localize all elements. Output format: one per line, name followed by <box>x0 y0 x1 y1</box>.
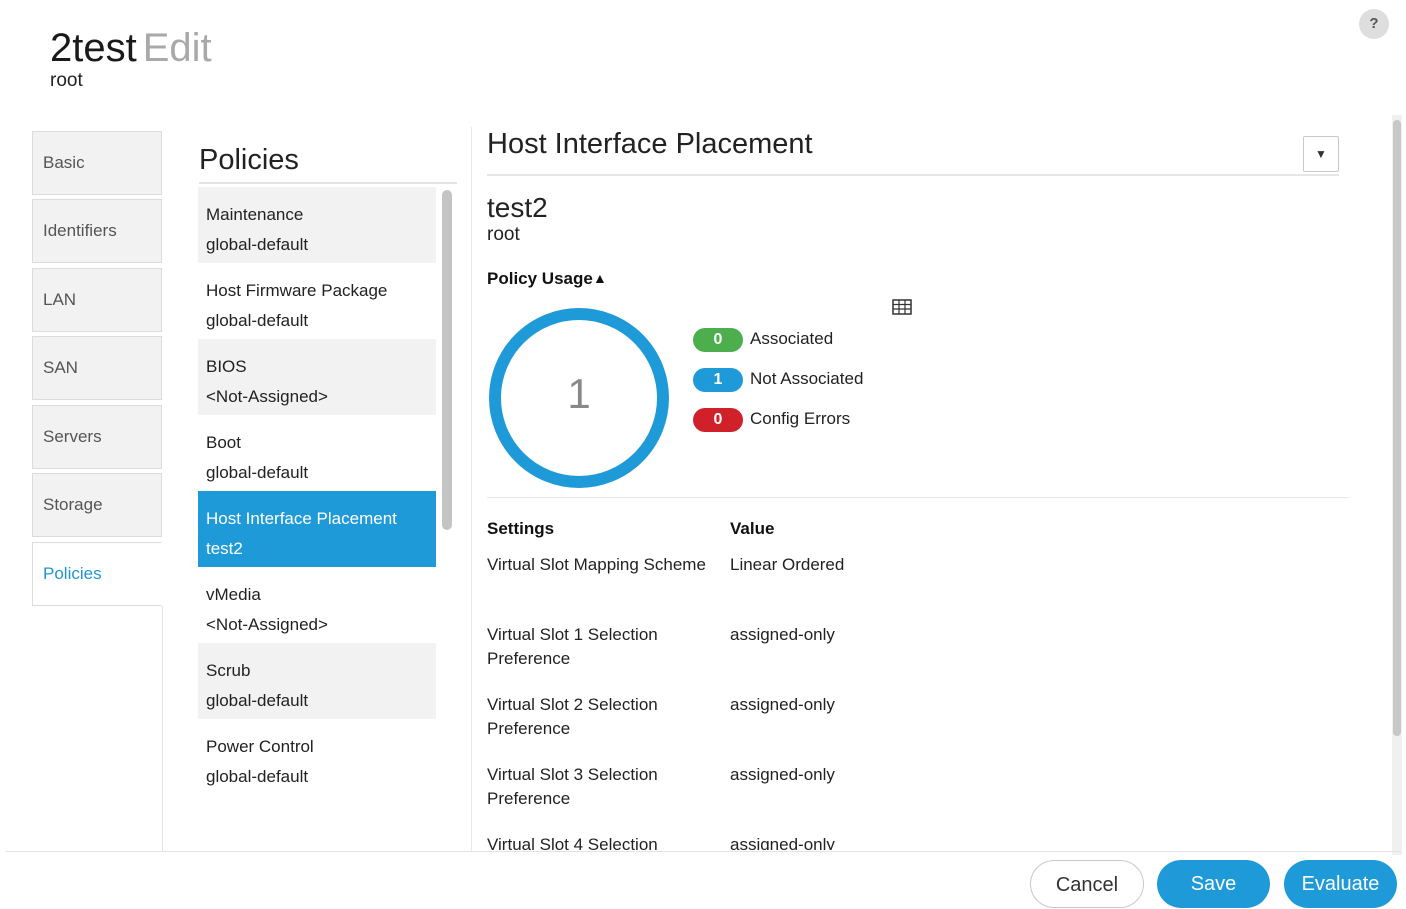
setting-name: Virtual Slot 3 Selection Preference <box>487 765 658 808</box>
caret-down-icon: ▼ <box>1315 147 1327 161</box>
policy-list-item[interactable]: Maintenance global-default <box>198 187 436 263</box>
policy-list-item[interactable]: Boot global-default <box>198 415 436 491</box>
policies-divider <box>199 182 457 184</box>
setting-value: assigned-only <box>730 625 835 644</box>
value-column-header: Value <box>730 519 775 538</box>
settings-column-header: Settings <box>487 519 555 538</box>
nav-tab-policies[interactable]: Policies <box>32 542 162 606</box>
nav-tab-san[interactable]: SAN <box>32 336 162 400</box>
policy-list-item[interactable]: Host Firmware Package global-default <box>198 263 436 339</box>
evaluate-button[interactable]: Evaluate <box>1284 860 1397 908</box>
settings-row: Virtual Slot 2 Selection Preference assig… <box>487 693 1367 763</box>
setting-value: assigned-only <box>730 695 835 714</box>
policy-type-label: Maintenance <box>206 205 304 224</box>
policy-list: Maintenance global-default Host Firmware P… <box>198 187 436 787</box>
cancel-button[interactable]: Cancel <box>1030 860 1144 908</box>
policy-type-label: Host Interface Placement <box>206 509 397 528</box>
settings-row: Virtual Slot 3 Selection Preference assig… <box>487 763 1367 833</box>
setting-name: Virtual Slot 2 Selection Preference <box>487 695 658 738</box>
detail-dropdown-button[interactable]: ▼ <box>1303 136 1339 172</box>
policy-value-label: global-default <box>206 691 309 710</box>
settings-divider <box>487 497 1349 498</box>
nav-divider <box>162 606 163 852</box>
settings-row: Virtual Slot 1 Selection Preference assig… <box>487 623 1367 693</box>
policy-list-scroll-thumb[interactable] <box>442 190 452 530</box>
policy-list-item[interactable]: Host Interface Placement test2 <box>198 491 436 567</box>
nav-tab-storage[interactable]: Storage <box>32 473 162 537</box>
policy-list-item[interactable]: vMedia <Not-Assigned> <box>198 567 436 643</box>
table-view-icon[interactable] <box>892 299 912 315</box>
page-subtitle: root <box>50 70 83 91</box>
settings-rows: Virtual Slot Mapping Scheme Linear Ordere… <box>487 553 1367 850</box>
usage-count-label: Config Errors <box>750 409 851 428</box>
policy-list-item[interactable]: Power Control global-default <box>198 719 436 787</box>
policy-usage-toggle[interactable]: Policy Usage <box>487 269 593 289</box>
footer-divider <box>6 851 1401 852</box>
detail-divider <box>487 174 1339 176</box>
setting-name: Virtual Slot 4 Selection Preference <box>487 835 658 850</box>
policies-heading: Policies <box>199 144 299 176</box>
policy-value-label: <Not-Assigned> <box>206 615 328 634</box>
policy-value-label: <Not-Assigned> <box>206 387 328 406</box>
usage-count-badge: 0 <box>693 408 743 432</box>
policy-type-label: vMedia <box>206 585 261 604</box>
policy-value-label: global-default <box>206 311 309 330</box>
settings-row: Virtual Slot Mapping Scheme Linear Ordere… <box>487 553 1367 623</box>
policy-value-label: test2 <box>206 539 243 558</box>
setting-value: assigned-only <box>730 835 835 850</box>
nav-tab-lan[interactable]: LAN <box>32 268 162 332</box>
setting-name: Virtual Slot 1 Selection Preference <box>487 625 658 668</box>
usage-count-badge: 0 <box>693 328 743 352</box>
donut-total: 1 <box>567 370 591 417</box>
policy-type-label: Host Firmware Package <box>206 281 388 300</box>
policy-value-label: global-default <box>206 235 309 254</box>
detail-heading: Host Interface Placement <box>487 128 813 160</box>
setting-name: Virtual Slot Mapping Scheme <box>487 555 706 574</box>
settings-table: Settings Value Virtual Slot Mapping Sche… <box>487 505 1367 850</box>
policy-org: root <box>487 224 520 245</box>
policy-value-label: global-default <box>206 767 309 786</box>
column-divider <box>471 127 472 852</box>
service-profile-name: 2test <box>50 26 137 70</box>
usage-count-label: Associated <box>750 329 834 348</box>
nav-tab-identifiers[interactable]: Identifiers <box>32 199 162 263</box>
save-button[interactable]: Save <box>1157 860 1270 908</box>
policy-type-label: BIOS <box>206 357 247 376</box>
policy-type-label: Power Control <box>206 737 314 756</box>
page-title: 2test Edit <box>50 26 212 70</box>
detail-scroll-thumb[interactable] <box>1393 120 1401 736</box>
policy-type-label: Boot <box>206 433 241 452</box>
policy-value-label: global-default <box>206 463 309 482</box>
setting-value: Linear Ordered <box>730 555 845 574</box>
settings-row: Virtual Slot 4 Selection Preference assig… <box>487 833 1367 850</box>
edit-mode-label: Edit <box>142 26 212 70</box>
setting-value: assigned-only <box>730 765 835 784</box>
policy-list-item[interactable]: BIOS <Not-Assigned> <box>198 339 436 415</box>
policy-list-item[interactable]: Scrub global-default <box>198 643 436 719</box>
caret-up-icon[interactable]: ▲ <box>593 270 607 286</box>
help-button[interactable]: ? <box>1359 9 1389 39</box>
nav-tab-servers[interactable]: Servers <box>32 405 162 469</box>
policy-name: test2 <box>487 192 548 223</box>
usage-count-label: Not Associated <box>750 369 864 388</box>
usage-count-badge: 1 <box>693 368 743 392</box>
settings-table-header: Settings Value <box>487 505 1367 553</box>
nav-tab-basic[interactable]: Basic <box>32 131 162 195</box>
policy-type-label: Scrub <box>206 661 251 680</box>
